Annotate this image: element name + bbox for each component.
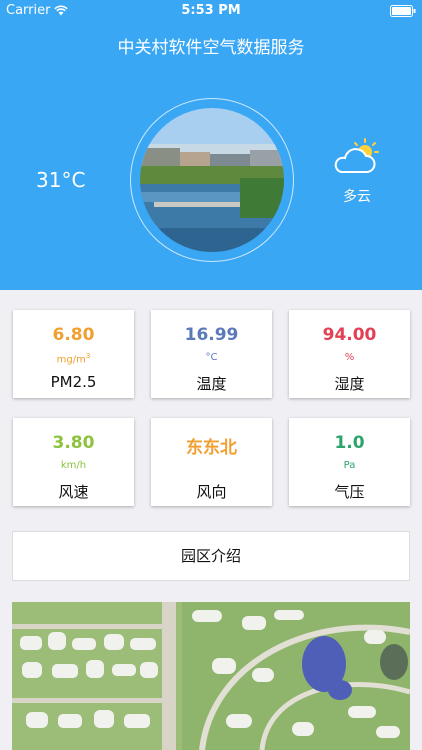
metric-name: 风速 [58,483,89,501]
app-title: 中关村软件空气数据服务 [117,38,305,58]
metric-value: 3.80 [52,433,95,453]
metric-name: 风向 [196,483,227,501]
metric-unit: °C [205,352,218,363]
metric-unit-sup: 3 [85,352,91,360]
metric-card-pm25: 6.80 mg/m3 PM2.5 [13,310,134,398]
metric-unit-text: mg/m [56,354,86,366]
metric-name: 气压 [334,483,365,501]
metric-unit: km/h [60,460,87,471]
battery-icon [390,5,416,17]
status-time: 5:53 PM [181,3,241,18]
metric-card-humidity: 94.00 % 湿度 [289,310,410,398]
campus-photo [140,108,284,252]
partly-cloudy-icon [334,138,379,173]
metric-card-temperature: 16.99 °C 温度 [151,310,272,398]
metric-card-wind-speed: 3.80 km/h 风速 [13,418,134,506]
metric-unit: mg/m3 [13,352,134,365]
campus-map-image[interactable] [12,602,410,750]
metric-value: 6.80 [52,325,95,345]
header: Carrier 5:53 PM 中关村软件空气数据服务 31°C 多云 [0,0,422,290]
metric-name: 温度 [196,375,227,393]
temperature-display: 31°C [36,168,86,192]
metric-value: 东东北 [186,438,237,458]
park-intro-button[interactable]: 园区介绍 [12,531,410,581]
metric-unit: Pa [343,460,356,471]
metric-name: PM2.5 [50,373,97,391]
metric-unit: % [344,352,355,363]
status-bar: Carrier 5:53 PM [0,0,422,22]
metric-value: 16.99 [184,325,239,345]
metric-card-wind-direction: 东东北 风向 [151,418,272,506]
weather-condition: 多云 [343,189,371,205]
metric-value: 1.0 [334,433,365,453]
metric-value: 94.00 [322,325,377,345]
metric-name: 湿度 [334,375,365,393]
metric-card-pressure: 1.0 Pa 气压 [289,418,410,506]
